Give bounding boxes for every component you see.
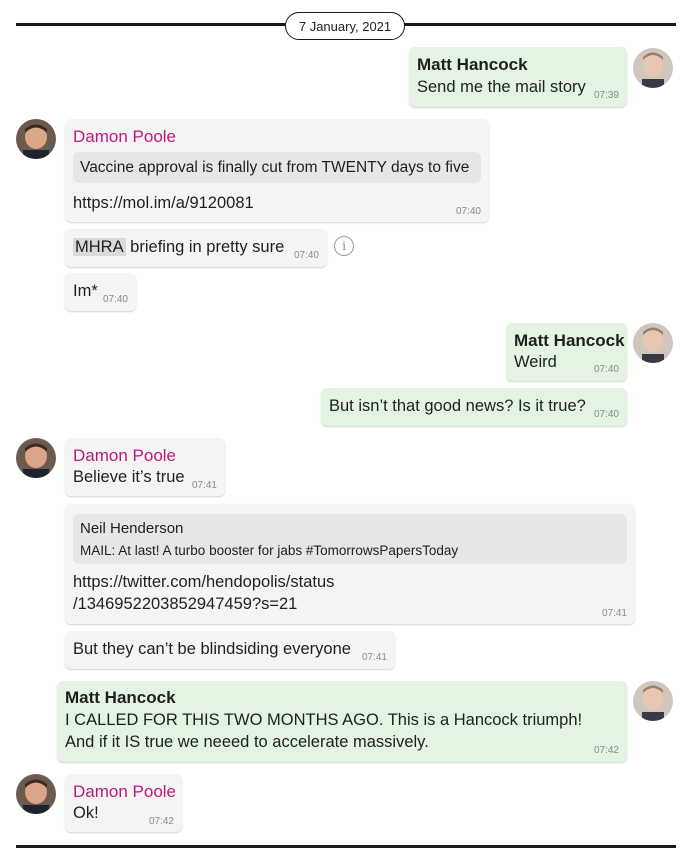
message-text: I CALLED FOR THIS TWO MONTHS AGO. This i…	[65, 711, 583, 729]
message-time: 07:41	[361, 652, 387, 663]
avatar-matt-hancock[interactable]	[633, 323, 673, 363]
sender-name: Matt Hancock	[514, 331, 625, 350]
message-time: 07:42	[148, 816, 174, 827]
message-text: But isn’t that good news? Is it true?	[329, 397, 586, 415]
quoted-message[interactable]: Neil Henderson MAIL: At last! A turbo bo…	[73, 514, 627, 564]
message-bubble-outgoing[interactable]: Matt Hancock I CALLED FOR THIS TWO MONTH…	[57, 681, 627, 762]
message-bubble-incoming[interactable]: Neil Henderson MAIL: At last! A turbo bo…	[65, 504, 635, 624]
message-text: Send me the mail story	[417, 78, 586, 96]
avatar-damon-poole[interactable]	[16, 438, 56, 478]
date-separator: 7 January, 2021	[285, 12, 405, 40]
avatar-matt-hancock[interactable]	[633, 48, 673, 88]
message-time: 07:40	[455, 206, 481, 217]
message-time: 07:40	[102, 294, 128, 305]
avatar-damon-poole[interactable]	[16, 119, 56, 159]
message-text: Ok!	[73, 804, 99, 822]
message-link-continued[interactable]: /1346952203852947459?s=21	[73, 595, 297, 614]
info-icon[interactable]: i	[334, 236, 354, 256]
message-text: Im*	[73, 282, 98, 300]
message-bubble-incoming[interactable]: MHRA briefing in pretty sure 07:40	[65, 229, 327, 267]
message-bubble-incoming[interactable]: But they can’t be blindsiding everyone 0…	[65, 631, 395, 669]
message-text-continued: And if it IS true we neeed to accelerate…	[65, 733, 429, 751]
quoted-message[interactable]: Vaccine approval is finally cut from TWE…	[73, 152, 481, 183]
quoted-text: MAIL: At last! A turbo booster for jabs …	[80, 543, 459, 558]
quoted-author: Neil Henderson	[80, 520, 184, 537]
message-text: But they can’t be blindsiding everyone	[73, 640, 351, 658]
sender-name: Matt Hancock	[65, 688, 176, 707]
avatar-damon-poole[interactable]	[16, 774, 56, 814]
message-time: 07:39	[593, 90, 619, 101]
message-bubble-incoming[interactable]: Damon Poole Vaccine approval is finally …	[65, 119, 489, 222]
highlighted-text: MHRA	[73, 238, 126, 256]
sender-name: Damon Poole	[73, 782, 177, 801]
message-bubble-incoming[interactable]: Damon Poole Ok! 07:42	[65, 774, 182, 832]
sender-name: Damon Poole	[73, 446, 177, 465]
message-bubble-incoming[interactable]: Im* 07:40	[65, 273, 136, 311]
message-bubble-outgoing[interactable]: But isn’t that good news? Is it true? 07…	[321, 388, 627, 426]
bottom-divider	[16, 845, 676, 848]
message-text: MHRA briefing in pretty sure	[73, 238, 285, 256]
message-link[interactable]: https://twitter.com/hendopolis/status	[73, 573, 334, 592]
message-time: 07:40	[293, 250, 319, 261]
message-time: 07:41	[601, 608, 627, 619]
message-time: 07:42	[593, 745, 619, 756]
message-link[interactable]: https://mol.im/a/9120081	[73, 194, 254, 213]
avatar-matt-hancock[interactable]	[633, 681, 673, 721]
sender-name: Damon Poole	[73, 127, 177, 146]
message-time: 07:41	[191, 480, 217, 491]
message-bubble-outgoing[interactable]: Matt Hancock Send me the mail story 07:3…	[409, 47, 627, 107]
message-bubble-incoming[interactable]: Damon Poole Believe it’s true 07:41	[65, 438, 225, 496]
message-bubble-outgoing[interactable]: Matt Hancock Weird 07:40	[506, 323, 627, 381]
quoted-text: Vaccine approval is finally cut from TWE…	[80, 159, 470, 176]
message-text: Weird	[514, 353, 557, 371]
message-time: 07:40	[593, 409, 619, 420]
message-text: Believe it’s true	[73, 468, 185, 486]
message-time: 07:40	[593, 364, 619, 375]
sender-name: Matt Hancock	[417, 55, 528, 74]
